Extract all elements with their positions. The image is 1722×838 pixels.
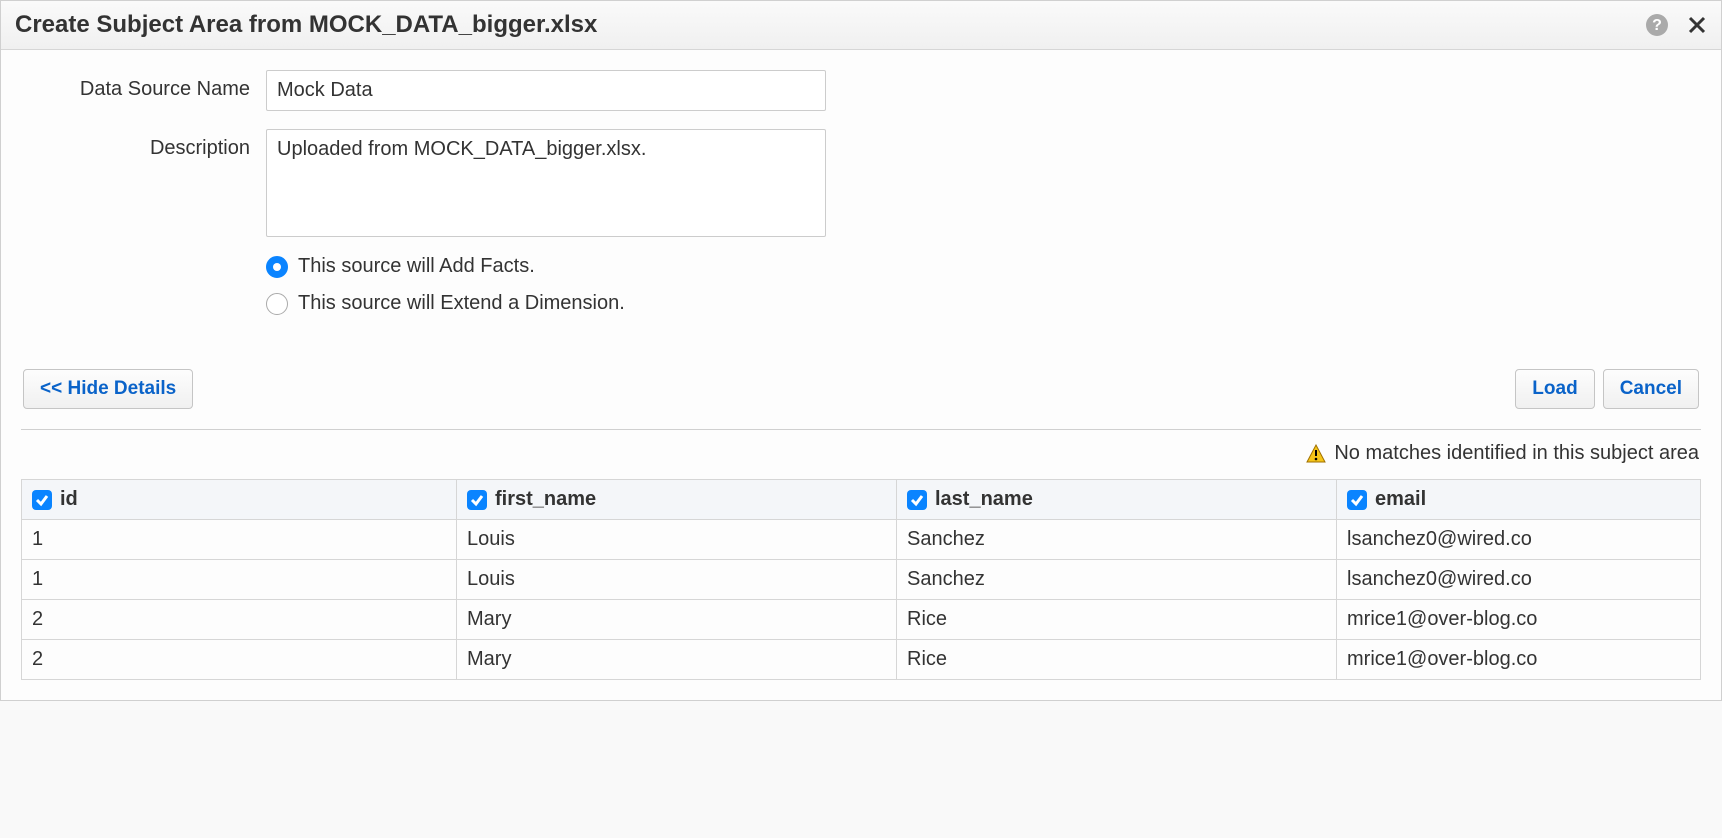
dialog-body: Data Source Name Description This source… [1, 50, 1721, 700]
table-row: 2 Mary Rice mrice1@over-blog.co [22, 600, 1701, 640]
description-row: Description [21, 129, 1701, 237]
help-icon[interactable]: ? [1645, 13, 1669, 37]
cell-first-name: Louis [457, 520, 897, 560]
actions-row: << Hide Details Load Cancel [21, 369, 1701, 409]
cell-id: 2 [22, 640, 457, 680]
cell-email: mrice1@over-blog.co [1337, 640, 1701, 680]
col-header-first-name-label: first_name [495, 488, 596, 511]
col-header-email-label: email [1375, 488, 1426, 511]
table-row: 1 Louis Sanchez lsanchez0@wired.co [22, 560, 1701, 600]
col-header-last-name-label: last_name [935, 488, 1033, 511]
checkbox-checked-icon[interactable] [1347, 490, 1367, 510]
radio-selected-icon [266, 256, 288, 278]
data-source-name-row: Data Source Name [21, 70, 1701, 111]
dialog-title: Create Subject Area from MOCK_DATA_bigge… [15, 11, 597, 39]
cell-last-name: Rice [897, 640, 1337, 680]
status-row: No matches identified in this subject ar… [21, 438, 1701, 479]
cell-last-name: Rice [897, 600, 1337, 640]
radio-add-facts[interactable]: This source will Add Facts. [266, 255, 1701, 278]
cell-id: 1 [22, 520, 457, 560]
divider [21, 429, 1701, 430]
table-row: 2 Mary Rice mrice1@over-blog.co [22, 640, 1701, 680]
cancel-button[interactable]: Cancel [1603, 369, 1699, 409]
actions-right: Load Cancel [1515, 369, 1699, 409]
dialog-header-actions: ? [1645, 13, 1707, 37]
radio-extend-dimension[interactable]: This source will Extend a Dimension. [266, 292, 1701, 315]
cell-id: 2 [22, 600, 457, 640]
radio-extend-dimension-label: This source will Extend a Dimension. [298, 292, 625, 315]
radio-add-facts-label: This source will Add Facts. [298, 255, 535, 278]
checkbox-checked-icon[interactable] [32, 490, 52, 510]
warning-icon [1306, 444, 1326, 464]
source-type-radio-group: This source will Add Facts. This source … [266, 255, 1701, 315]
checkbox-checked-icon[interactable] [907, 490, 927, 510]
data-source-name-label: Data Source Name [21, 70, 266, 101]
cell-last-name: Sanchez [897, 560, 1337, 600]
preview-table: id first_name [21, 479, 1701, 680]
cell-first-name: Mary [457, 600, 897, 640]
col-header-email[interactable]: email [1337, 480, 1701, 520]
close-icon[interactable] [1687, 15, 1707, 35]
svg-text:?: ? [1652, 17, 1662, 34]
table-row: 1 Louis Sanchez lsanchez0@wired.co [22, 520, 1701, 560]
cell-email: lsanchez0@wired.co [1337, 520, 1701, 560]
hide-details-button[interactable]: << Hide Details [23, 369, 193, 409]
table-header-row: id first_name [22, 480, 1701, 520]
load-button[interactable]: Load [1515, 369, 1594, 409]
description-input[interactable] [266, 129, 826, 237]
data-source-name-input[interactable] [266, 70, 826, 111]
cell-email: lsanchez0@wired.co [1337, 560, 1701, 600]
status-text: No matches identified in this subject ar… [1334, 442, 1699, 465]
cell-id: 1 [22, 560, 457, 600]
description-label: Description [21, 129, 266, 160]
col-header-id[interactable]: id [22, 480, 457, 520]
dialog-header: Create Subject Area from MOCK_DATA_bigge… [1, 1, 1721, 50]
col-header-last-name[interactable]: last_name [897, 480, 1337, 520]
cell-first-name: Mary [457, 640, 897, 680]
radio-unselected-icon [266, 293, 288, 315]
checkbox-checked-icon[interactable] [467, 490, 487, 510]
cell-first-name: Louis [457, 560, 897, 600]
cell-email: mrice1@over-blog.co [1337, 600, 1701, 640]
col-header-first-name[interactable]: first_name [457, 480, 897, 520]
col-header-id-label: id [60, 488, 78, 511]
create-subject-area-dialog: Create Subject Area from MOCK_DATA_bigge… [0, 0, 1722, 701]
cell-last-name: Sanchez [897, 520, 1337, 560]
